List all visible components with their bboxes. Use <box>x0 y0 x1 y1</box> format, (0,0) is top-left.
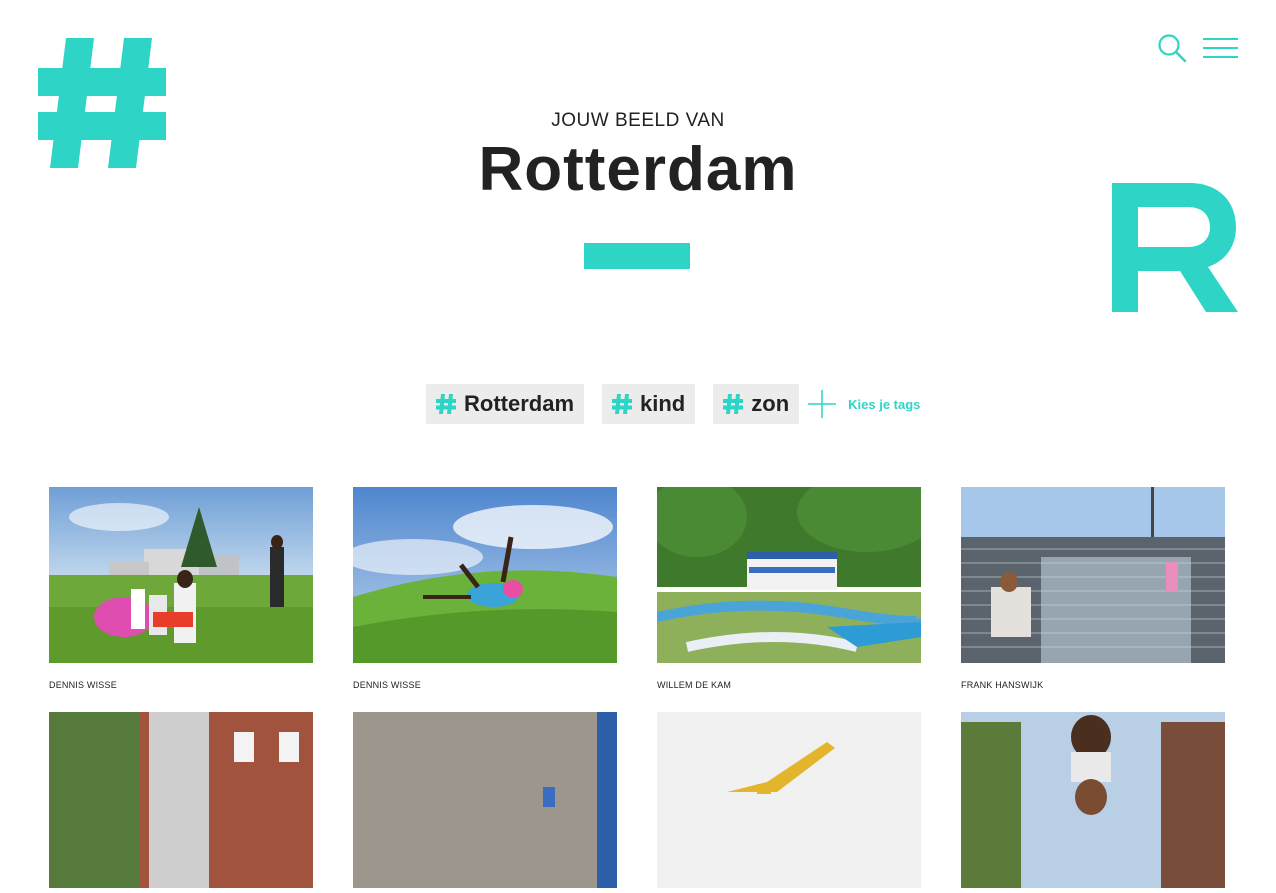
tag-rotterdam[interactable]: Rotterdam <box>426 384 585 424</box>
photo-card[interactable] <box>49 712 313 893</box>
photo-family-picnic <box>49 487 313 663</box>
choose-tags-label: Kies je tags <box>848 396 921 412</box>
photo-girl-tumbling <box>343 487 617 663</box>
photo-brick-wall <box>353 712 617 888</box>
hashtag-icon <box>436 394 456 414</box>
tag-list: Rotterdam kind zon Kies je tags <box>426 384 920 424</box>
search-icon[interactable] <box>1157 33 1187 63</box>
photo-waterfall-stairs <box>961 487 1225 663</box>
photo-card[interactable] <box>657 712 921 893</box>
tag-zon[interactable]: zon <box>713 384 800 424</box>
photo-card[interactable]: DENNIS WISSE <box>343 487 617 690</box>
tag-kind[interactable]: kind <box>602 384 696 424</box>
photo-brick-building <box>49 712 313 888</box>
photo-credit: FRANK HANSWIJK <box>961 680 1044 690</box>
photo-credit: DENNIS WISSE <box>353 680 421 690</box>
photo-card[interactable]: FRANK HANSWIJK <box>961 487 1225 690</box>
tag-label: zon <box>751 391 790 416</box>
photo-card[interactable] <box>353 712 617 893</box>
photo-card[interactable] <box>961 712 1225 893</box>
photo-credit: WILLEM DE KAM <box>657 680 732 690</box>
hashtag-icon <box>612 394 633 414</box>
title-underline <box>584 243 690 269</box>
page-subtitle: JOUW BEELD VAN <box>551 110 725 131</box>
photo-rc-track <box>647 472 937 663</box>
tag-label: kind <box>640 391 686 416</box>
hashtag-icon <box>723 394 744 414</box>
plus-icon <box>808 390 837 418</box>
menu-icon[interactable] <box>1203 38 1238 58</box>
photo-card[interactable]: DENNIS WISSE <box>49 487 313 690</box>
tag-label: Rotterdam <box>464 391 575 416</box>
photo-card[interactable]: WILLEM DE KAM <box>647 472 937 690</box>
photo-credit: DENNIS WISSE <box>49 680 117 690</box>
choose-tags-button[interactable]: Kies je tags <box>808 390 920 418</box>
page-title: Rotterdam <box>478 135 798 204</box>
photo-excavator <box>657 712 921 888</box>
photo-father-child <box>961 712 1225 888</box>
